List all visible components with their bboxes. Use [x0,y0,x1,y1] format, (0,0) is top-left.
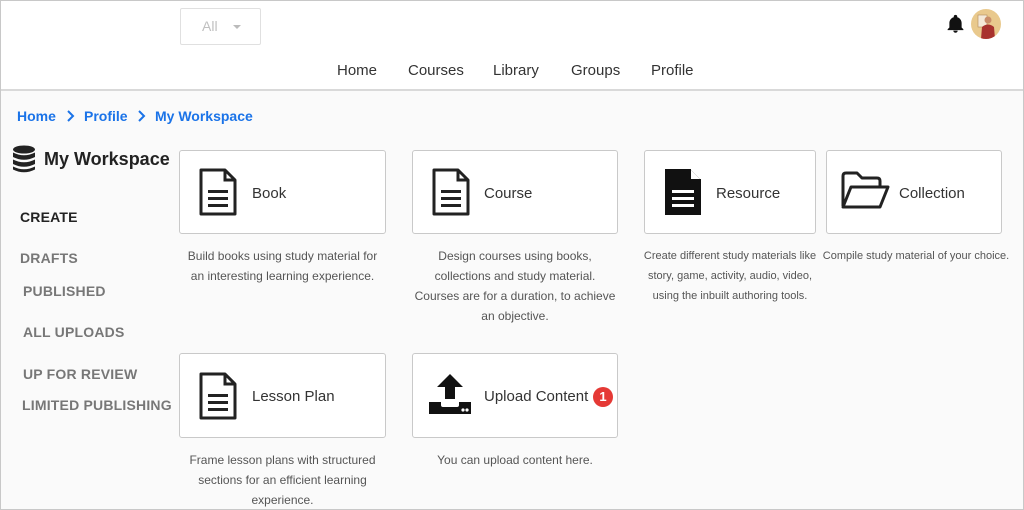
avatar[interactable] [971,9,1001,39]
database-icon [13,145,35,173]
card-label: Collection [899,185,965,202]
breadcrumb-my-workspace[interactable]: My Workspace [155,108,253,124]
sidebar-item-drafts[interactable]: DRAFTS [20,250,78,266]
nav-courses[interactable]: Courses [408,62,464,79]
nav-profile[interactable]: Profile [651,62,694,79]
card-label: Book [252,185,287,202]
sidebar-item-limited-publishing[interactable]: LIMITED PUBLISHING [22,397,172,413]
card-label: Upload Content [484,388,589,405]
top-header: All Home Courses Library Groups Profile [0,0,1024,91]
create-book-card[interactable]: Book [179,150,386,234]
card-description: You can upload content here. [437,453,593,467]
document-outline-icon [199,168,237,216]
chevron-right-icon [138,110,146,122]
nav-groups[interactable]: Groups [571,62,620,79]
sidebar-item-up-for-review[interactable]: UP FOR REVIEW [23,366,137,382]
card-label: Course [484,185,533,202]
document-outline-icon [432,168,470,216]
page-title: My Workspace [44,149,170,169]
document-outline-icon [199,372,237,420]
create-collection-card[interactable]: Collection [826,150,1002,234]
create-resource-card[interactable]: Resource [644,150,816,234]
nav-library[interactable]: Library [493,62,539,79]
card-description: Create different study materials like sto… [643,250,817,302]
bell-icon[interactable] [945,13,966,35]
notification-badge: 1 [593,387,613,407]
filter-select[interactable]: All [180,8,261,45]
card-description: Compile study material of your choice. [822,250,1010,262]
create-lesson-plan-card[interactable]: Lesson Plan [179,353,386,438]
document-filled-icon [665,169,701,215]
card-description: Design courses using books, collections a… [414,249,616,323]
card-description: Frame lesson plans with structured sectio… [189,453,376,507]
breadcrumb-profile[interactable]: Profile [84,108,128,124]
card-label: Lesson Plan [252,388,335,405]
sidebar-item-create[interactable]: CREATE [20,209,78,225]
breadcrumb-home[interactable]: Home [17,108,56,124]
card-description: Build books using study material for an i… [187,249,378,283]
upload-icon [429,374,471,414]
filter-select-value: All [202,18,218,34]
create-course-card[interactable]: Course [412,150,618,234]
chevron-right-icon [67,110,75,122]
nav-home[interactable]: Home [337,62,377,79]
folder-open-icon [841,171,890,209]
sidebar-item-published[interactable]: PUBLISHED [23,283,106,299]
upload-content-card[interactable]: Upload Content 1 [412,353,618,438]
card-label: Resource [716,185,781,202]
sidebar-item-all-uploads[interactable]: ALL UPLOADS [23,324,125,340]
caret-down-icon [233,25,241,29]
